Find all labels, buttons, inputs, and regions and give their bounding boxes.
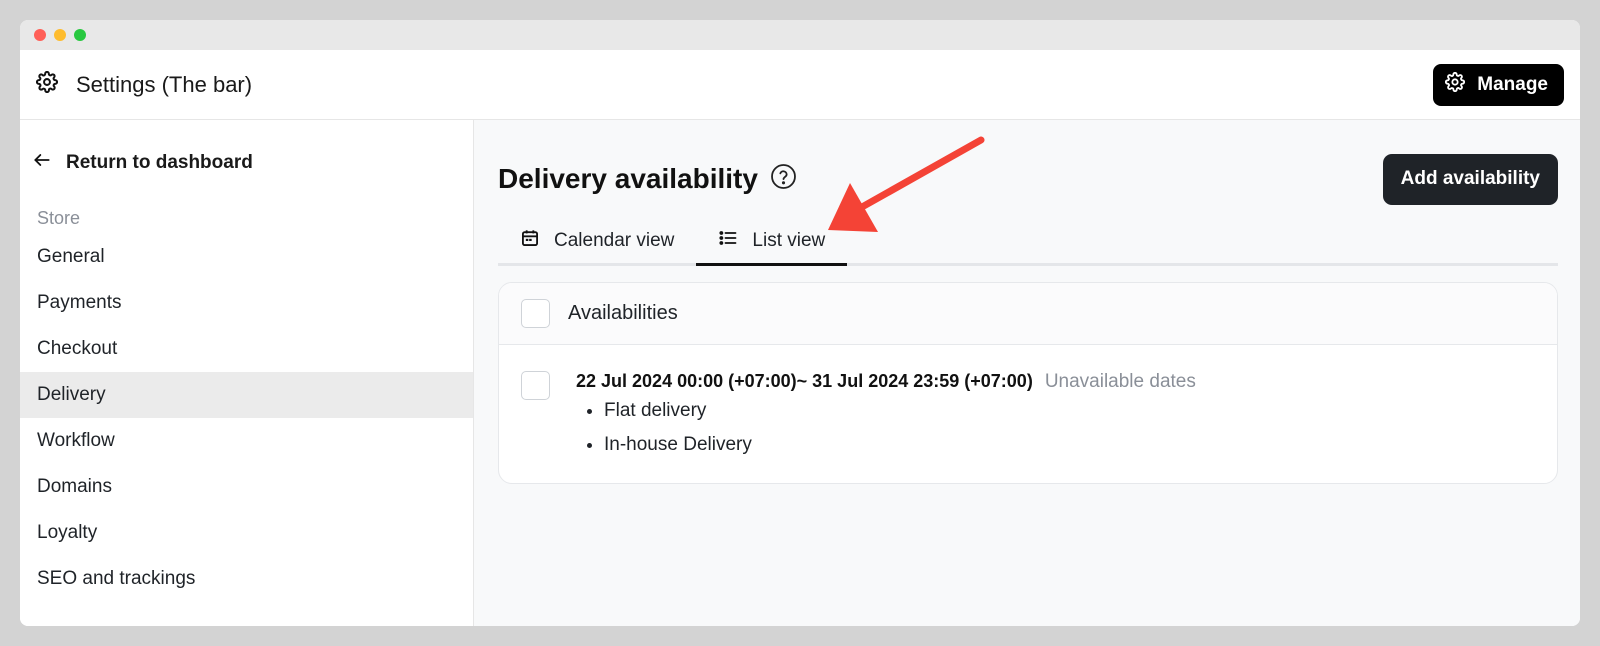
maximize-window-button[interactable] [74,29,86,41]
sidebar-item-general[interactable]: General [20,234,473,280]
main-content: Delivery availability Add availability C… [474,120,1580,626]
availabilities-list-header: Availabilities [499,283,1557,345]
manage-button[interactable]: Manage [1433,63,1564,106]
delivery-method-item: In-house Delivery [604,431,1196,465]
sidebar-section-store: Store [37,208,81,228]
arrow-left-icon [32,150,52,176]
return-to-dashboard-link[interactable]: Return to dashboard [20,150,473,176]
sidebar-item-checkout[interactable]: Checkout [20,326,473,372]
gear-icon [1445,71,1466,98]
availability-status: Unavailable dates [1044,371,1196,392]
manage-button-label: Manage [1477,73,1548,95]
availabilities-list: Availabilities 22 Jul 2024 00:00 (+07:00… [498,282,1558,484]
app-header: Settings (The bar) Manage [20,50,1580,120]
tab-list-view-label: List view [752,229,826,251]
close-window-button[interactable] [34,29,46,41]
return-to-dashboard-label: Return to dashboard [66,152,253,173]
delivery-method-item: Flat delivery [604,397,1196,431]
list-icon [718,228,738,254]
gear-icon [35,70,59,98]
calendar-icon [520,228,540,254]
settings-sidebar: Return to dashboard Store General Paymen… [20,120,474,626]
tab-calendar-view-label: Calendar view [554,229,675,251]
select-all-checkbox[interactable] [521,299,550,328]
sidebar-item-delivery[interactable]: Delivery [20,372,473,418]
sidebar-item-loyalty[interactable]: Loyalty [20,510,473,556]
view-tabs: Calendar view List view [498,218,1558,266]
page-title: Delivery availability [498,163,758,194]
availability-date-range[interactable]: 22 Jul 2024 00:00 (+07:00)~ 31 Jul 2024 … [576,371,1033,392]
tab-list-view[interactable]: List view [696,218,848,266]
minimize-window-button[interactable] [54,29,66,41]
app-window: Settings (The bar) Manage Return to dash… [20,20,1580,626]
sidebar-item-seo-and-trackings[interactable]: SEO and trackings [20,556,473,602]
add-availability-button[interactable]: Add availability [1382,153,1558,205]
help-icon[interactable] [770,163,797,195]
window-titlebar [20,20,1580,50]
sidebar-item-workflow[interactable]: Workflow [20,418,473,464]
sidebar-item-payments[interactable]: Payments [20,280,473,326]
page-header-title: Settings (The bar) [76,71,253,97]
sidebar-nav: General Payments Checkout Delivery Workf… [20,234,473,602]
sidebar-item-domains[interactable]: Domains [20,464,473,510]
tab-calendar-view[interactable]: Calendar view [498,218,696,263]
row-checkbox[interactable] [521,371,550,400]
delivery-methods-list: Flat delivery In-house Delivery [576,397,1196,465]
availabilities-header-label: Availabilities [568,302,678,324]
list-item: 22 Jul 2024 00:00 (+07:00)~ 31 Jul 2024 … [499,345,1557,483]
